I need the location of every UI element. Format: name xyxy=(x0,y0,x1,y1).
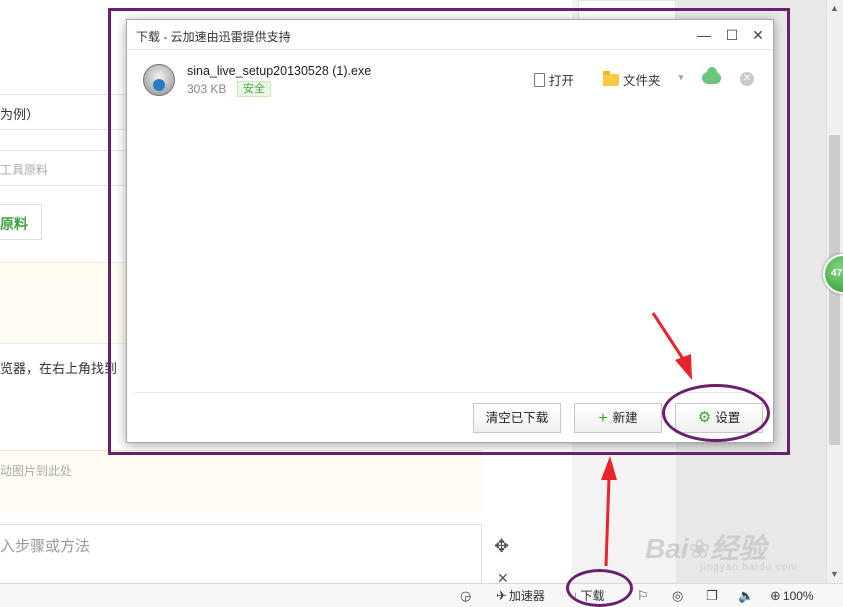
paw-icon: ❀ xyxy=(688,534,711,564)
watermark-text2: 经验 xyxy=(710,533,767,564)
annotation-arrows xyxy=(601,312,692,567)
watermark-sub: jingyan.baidu.com xyxy=(700,562,798,573)
watermark: Bai❀经验 xyxy=(645,527,766,567)
arrow-line xyxy=(651,312,687,363)
screen: 为例） 工具原料 原料 览器，在右上角找到 动图片到此处 入步骤或方法 ✥ ✕ … xyxy=(0,0,843,607)
arrow-line xyxy=(604,477,611,567)
arrow-head xyxy=(675,354,692,380)
watermark-text: Bai xyxy=(645,533,689,564)
arrow-head xyxy=(601,456,617,480)
